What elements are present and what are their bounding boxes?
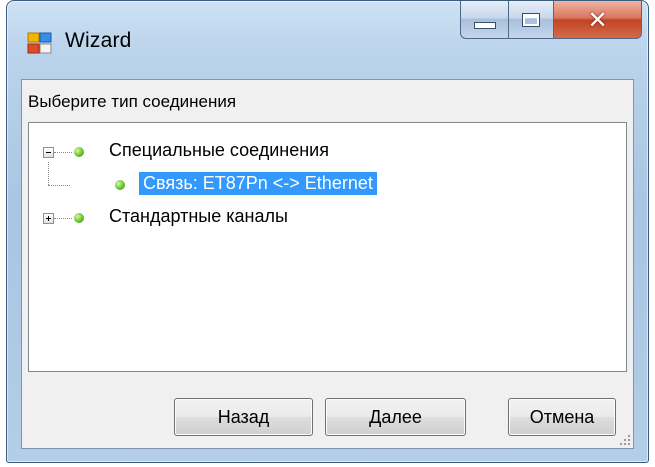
tree-connector xyxy=(48,162,49,185)
resize-grip-icon[interactable] xyxy=(619,434,631,446)
cancel-button[interactable]: Отмена xyxy=(508,398,616,436)
expand-icon[interactable] xyxy=(43,213,54,224)
close-icon: ✕ xyxy=(587,5,608,34)
back-button[interactable]: Назад xyxy=(174,398,313,436)
tree-node-special-connections[interactable]: Специальные соединения xyxy=(109,140,329,161)
green-dot-icon xyxy=(74,147,84,157)
maximize-button[interactable] xyxy=(508,1,554,39)
minimize-button[interactable] xyxy=(460,1,508,39)
dialog-body: Выберите тип соединения Специальные соед… xyxy=(21,79,634,449)
tree-node-standard-channels[interactable]: Стандартные каналы xyxy=(109,206,288,227)
connection-type-prompt: Выберите тип соединения xyxy=(28,92,237,111)
connection-tree[interactable]: Специальные соединения Связь: ET87Pn <->… xyxy=(28,122,627,372)
tree-connector xyxy=(54,218,72,219)
green-dot-icon xyxy=(74,213,84,223)
close-button[interactable]: ✕ xyxy=(554,1,642,39)
minimize-icon xyxy=(473,22,496,29)
wizard-app-icon xyxy=(27,32,52,54)
next-button[interactable]: Далее xyxy=(325,398,466,436)
title-bar[interactable]: Wizard ✕ xyxy=(7,1,648,79)
caption-buttons: ✕ xyxy=(460,1,642,41)
tree-node-et87pn-ethernet[interactable]: Связь: ET87Pn <-> Ethernet xyxy=(139,172,377,195)
green-dot-icon xyxy=(115,180,125,190)
tree-connector xyxy=(54,152,72,153)
collapse-icon[interactable] xyxy=(43,147,54,158)
window-title: Wizard xyxy=(65,29,132,52)
tree-connector xyxy=(48,185,70,186)
maximize-icon xyxy=(522,12,540,27)
wizard-window: Wizard ✕ Выберите тип соединения Специал… xyxy=(6,0,649,463)
